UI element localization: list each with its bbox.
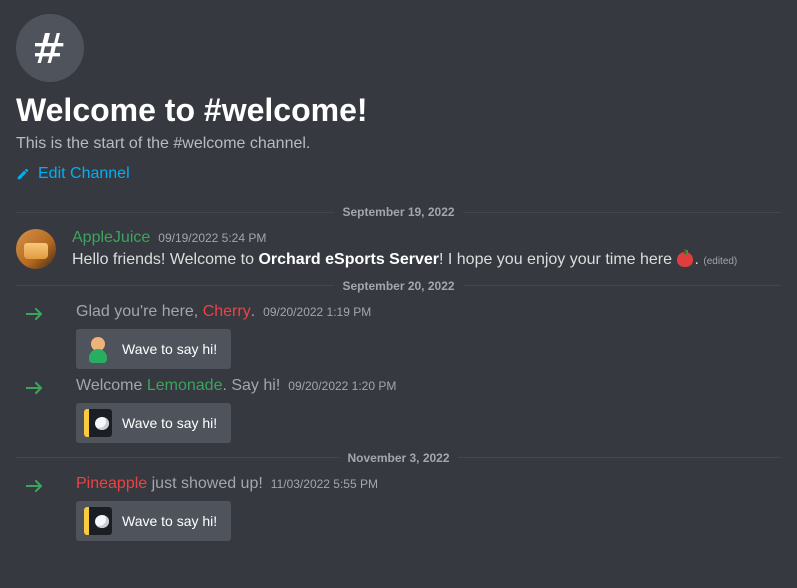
date-divider: September 19, 2022 — [16, 205, 781, 219]
pencil-icon — [16, 167, 30, 181]
date-divider: September 20, 2022 — [16, 279, 781, 293]
channel-welcome-title: Welcome to #welcome! — [16, 92, 781, 129]
system-join-text: Welcome Lemonade. Say hi! 09/20/2022 1:2… — [76, 377, 781, 395]
date-divider-label: November 3, 2022 — [339, 451, 457, 465]
message-row: AppleJuice 09/19/2022 5:24 PM Hello frie… — [16, 229, 781, 271]
system-join-text: Pineapple just showed up! 11/03/2022 5:5… — [76, 475, 781, 493]
system-join-row: Welcome Lemonade. Say hi! 09/20/2022 1:2… — [16, 377, 781, 443]
message-content: Hello friends! Welcome to Orchard eSport… — [72, 249, 781, 271]
system-join-text: Glad you're here, Cherry. 09/20/2022 1:1… — [76, 303, 781, 321]
edited-tag: (edited) — [703, 256, 737, 267]
wave-button-label: Wave to say hi! — [122, 341, 217, 357]
arrow-right-icon — [26, 381, 46, 395]
edit-channel-link[interactable]: Edit Channel — [16, 165, 130, 183]
arrow-right-icon — [26, 479, 46, 493]
mention-user[interactable]: Cherry — [203, 303, 251, 320]
system-timestamp: 11/03/2022 5:55 PM — [271, 477, 378, 491]
system-join-row: Glad you're here, Cherry. 09/20/2022 1:1… — [16, 303, 781, 369]
wave-button[interactable]: Wave to say hi! — [76, 329, 231, 369]
message-author[interactable]: AppleJuice — [72, 229, 150, 247]
system-join-row: Pineapple just showed up! 11/03/2022 5:5… — [16, 475, 781, 541]
avatar[interactable] — [16, 229, 56, 269]
wave-button-label: Wave to say hi! — [122, 415, 217, 431]
wave-button-label: Wave to say hi! — [122, 513, 217, 529]
wave-button[interactable]: Wave to say hi! — [76, 403, 231, 443]
edit-channel-label: Edit Channel — [38, 165, 130, 183]
date-divider-label: September 19, 2022 — [334, 205, 462, 219]
wave-sticker-icon — [84, 335, 112, 363]
apple-emoji-icon — [676, 249, 694, 267]
channel-welcome-subtitle: This is the start of the #welcome channe… — [16, 135, 781, 153]
date-divider-label: September 20, 2022 — [334, 279, 462, 293]
wave-sticker-icon — [84, 507, 112, 535]
system-timestamp: 09/20/2022 1:20 PM — [288, 379, 396, 393]
arrow-right-icon — [26, 307, 46, 321]
wave-button[interactable]: Wave to say hi! — [76, 501, 231, 541]
message-timestamp: 09/19/2022 5:24 PM — [158, 231, 266, 245]
system-timestamp: 09/20/2022 1:19 PM — [263, 305, 371, 319]
mention-user[interactable]: Pineapple — [76, 475, 147, 492]
date-divider: November 3, 2022 — [16, 451, 781, 465]
channel-hash-icon — [16, 14, 84, 82]
wave-sticker-icon — [84, 409, 112, 437]
mention-user[interactable]: Lemonade — [147, 377, 223, 394]
